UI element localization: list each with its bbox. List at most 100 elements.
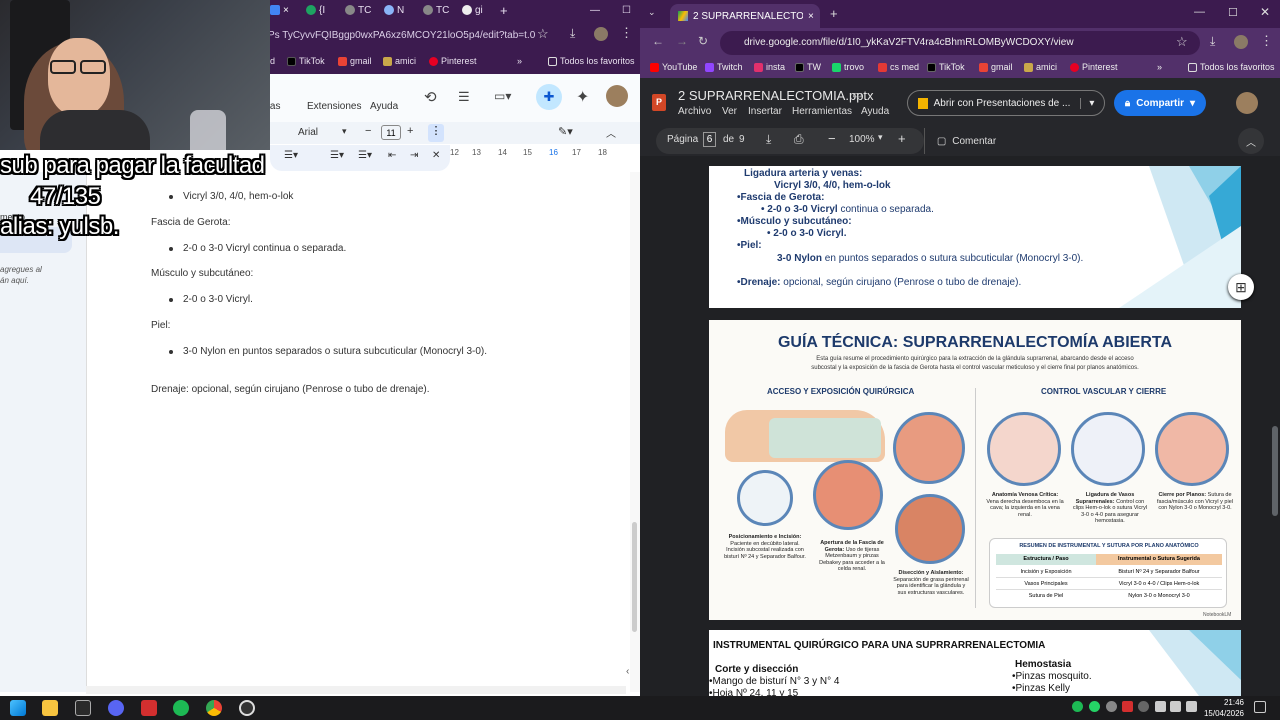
close-window-icon[interactable]: ✕ xyxy=(1260,5,1270,19)
outdent-icon[interactable]: ⇤ xyxy=(388,150,396,161)
add-comment-icon[interactable]: ⊞ xyxy=(1228,274,1254,300)
obs-icon[interactable] xyxy=(239,700,255,716)
panel-toggle-icon[interactable]: ‹ xyxy=(626,666,640,682)
folder-icon[interactable]: ▭ xyxy=(852,88,862,101)
menu-kebab-icon[interactable]: ⋮ xyxy=(1260,33,1273,49)
bookmark-d[interactable]: d xyxy=(270,56,275,66)
tab-1[interactable]: {I xyxy=(306,2,325,18)
menu-ver[interactable]: Ver xyxy=(722,106,737,117)
tray-app2-icon[interactable] xyxy=(1138,701,1149,712)
bookmark-pinterest[interactable]: Pinterest xyxy=(429,56,477,66)
notifications-icon[interactable] xyxy=(1254,701,1266,713)
docs-page[interactable]: Vicryl 3/0, 4/0, hem-o-lok Fascia de Ger… xyxy=(86,172,616,692)
page-number-input[interactable]: 6 xyxy=(703,132,716,147)
profile-avatar[interactable] xyxy=(594,27,608,41)
spotify-icon[interactable] xyxy=(173,700,189,716)
download-icon[interactable]: ⤓ xyxy=(766,132,771,147)
collapse-chevron-icon[interactable]: ︿ xyxy=(606,125,616,140)
tray-spotify-icon[interactable] xyxy=(1072,701,1083,712)
clear-format-icon[interactable]: ✕ xyxy=(432,150,440,161)
left-horizontal-scrollbar[interactable] xyxy=(86,686,626,694)
gemini-icon[interactable]: ✦ xyxy=(576,87,589,107)
bullet-list-icon[interactable]: ☰▾ xyxy=(330,150,344,161)
profile-avatar-docs[interactable] xyxy=(606,85,628,107)
tray-app-icon[interactable] xyxy=(1106,701,1117,712)
discord-icon[interactable] xyxy=(108,700,124,716)
zoom-in-icon[interactable]: + xyxy=(898,131,906,146)
open-with-button[interactable]: Abrir con Presentaciones de ... ▾ xyxy=(907,90,1105,116)
zoom-out-icon[interactable]: − xyxy=(828,131,836,146)
download-icon[interactable]: ⤓ xyxy=(1210,34,1215,49)
profile-avatar[interactable] xyxy=(1234,35,1248,49)
tray-whatsapp-icon[interactable] xyxy=(1089,701,1100,712)
collapse-chevron-icon[interactable]: ︿ xyxy=(1238,128,1264,154)
network-icon[interactable] xyxy=(1155,701,1166,712)
slides-viewer[interactable]: Ligadura arteria y venas: Vicryl 3/0, 4/… xyxy=(640,156,1280,696)
share-button[interactable]: 🔒︎ Compartir ▾ xyxy=(1114,90,1206,116)
bookmark-tiktok[interactable]: TikTok xyxy=(927,62,965,72)
chevron-right-icon[interactable]: » xyxy=(1157,62,1162,72)
bookmark-amici[interactable]: amici xyxy=(1024,62,1057,72)
left-vertical-scrollbar[interactable] xyxy=(630,172,640,692)
font-size-decrease-icon[interactable]: − xyxy=(365,125,371,137)
bookmark-trovo[interactable]: trovo xyxy=(832,62,864,72)
app-icon[interactable] xyxy=(75,700,91,716)
menu-insertar[interactable]: Insertar xyxy=(748,106,782,117)
font-size-input[interactable]: 11 xyxy=(381,125,401,140)
checklist-icon[interactable]: ☰▾ xyxy=(284,150,298,161)
bookmark-amici[interactable]: amici xyxy=(383,56,416,66)
bookmark-insta[interactable]: insta xyxy=(754,62,785,72)
tab-drive-file[interactable]: 2 SUPRARRENALECTOMIA.pptx × xyxy=(670,4,820,28)
left-url-field[interactable]: Ps TyCyvvFQIBggp0wxPA6xz6MCOY21loO5p4/ed… xyxy=(268,24,558,48)
volume-icon[interactable] xyxy=(1170,701,1181,712)
scroll-thumb[interactable] xyxy=(632,522,637,632)
bookmark-twitch[interactable]: Twitch xyxy=(705,62,743,72)
maximize-icon[interactable]: ☐ xyxy=(1228,6,1238,19)
bookmark-gmail[interactable]: gmail xyxy=(338,56,372,66)
menu-ayuda[interactable]: Ayuda xyxy=(370,101,398,112)
comment-icon[interactable]: ☰ xyxy=(458,89,470,105)
menu-extensiones[interactable]: Extensiones xyxy=(307,101,361,112)
tab-4[interactable]: TC xyxy=(423,2,449,18)
viewer-scroll-thumb[interactable] xyxy=(1272,426,1278,516)
start-icon[interactable] xyxy=(10,700,26,716)
edit-pencil-icon[interactable]: ✎▾ xyxy=(558,125,573,138)
app-red-icon[interactable] xyxy=(141,700,157,716)
zoom-level[interactable]: 100% xyxy=(849,134,875,145)
tray-red-icon[interactable] xyxy=(1122,701,1133,712)
indent-icon[interactable]: ⇥ xyxy=(410,150,418,161)
profile-avatar-drive[interactable] xyxy=(1236,92,1258,114)
minimize-icon[interactable]: — xyxy=(590,2,600,18)
star-icon[interactable]: ☆ xyxy=(1176,34,1188,50)
forward-icon[interactable]: → xyxy=(676,34,688,48)
menu-ayuda[interactable]: Ayuda xyxy=(861,106,889,117)
back-icon[interactable]: ← xyxy=(652,34,664,48)
clock[interactable]: 21:46 15/04/2026 xyxy=(1200,697,1244,719)
tab-3[interactable]: N xyxy=(384,2,404,18)
menu-herramientas[interactable]: Herramientas xyxy=(792,106,852,117)
numbered-list-icon[interactable]: ☰▾ xyxy=(358,150,372,161)
bookmark-tiktok[interactable]: TikTok xyxy=(287,56,325,66)
close-tab-icon[interactable]: × xyxy=(283,2,289,18)
font-family-select[interactable]: Arial xyxy=(298,127,318,138)
chevron-down-icon[interactable]: ▾ xyxy=(1080,97,1094,109)
new-tab-icon[interactable]: + xyxy=(830,6,838,21)
print-icon[interactable]: ⎙ xyxy=(794,132,804,147)
chrome-icon[interactable] xyxy=(206,700,222,716)
download-icon[interactable]: ⤓ xyxy=(570,26,575,41)
tab-5[interactable]: gi xyxy=(462,2,483,18)
file-explorer-icon[interactable] xyxy=(42,700,58,716)
bookmark-all-favorites[interactable]: Todos los favoritos xyxy=(1188,62,1275,72)
menu-kebab-icon[interactable]: ⋮ xyxy=(620,25,633,41)
meet-icon[interactable]: ▭▾ xyxy=(494,89,511,103)
chevron-down-icon[interactable]: ▾ xyxy=(878,132,883,143)
right-url-field[interactable]: drive.google.com/file/d/1I0_ykKaV2FTV4ra… xyxy=(720,31,1200,55)
bookmark-pinterest[interactable]: Pinterest xyxy=(1070,62,1118,72)
comment-button[interactable]: ▢ Comentar xyxy=(924,128,1008,154)
chevron-down-icon[interactable]: ▾ xyxy=(1190,98,1195,109)
minimize-icon[interactable]: — xyxy=(1194,6,1205,18)
bookmark-csmed[interactable]: cs med xyxy=(878,62,919,72)
share-people-icon[interactable]: ✚ xyxy=(536,84,562,110)
bookmark-all-favorites[interactable]: Todos los favoritos xyxy=(548,56,635,66)
close-tab-icon[interactable]: × xyxy=(808,11,814,22)
